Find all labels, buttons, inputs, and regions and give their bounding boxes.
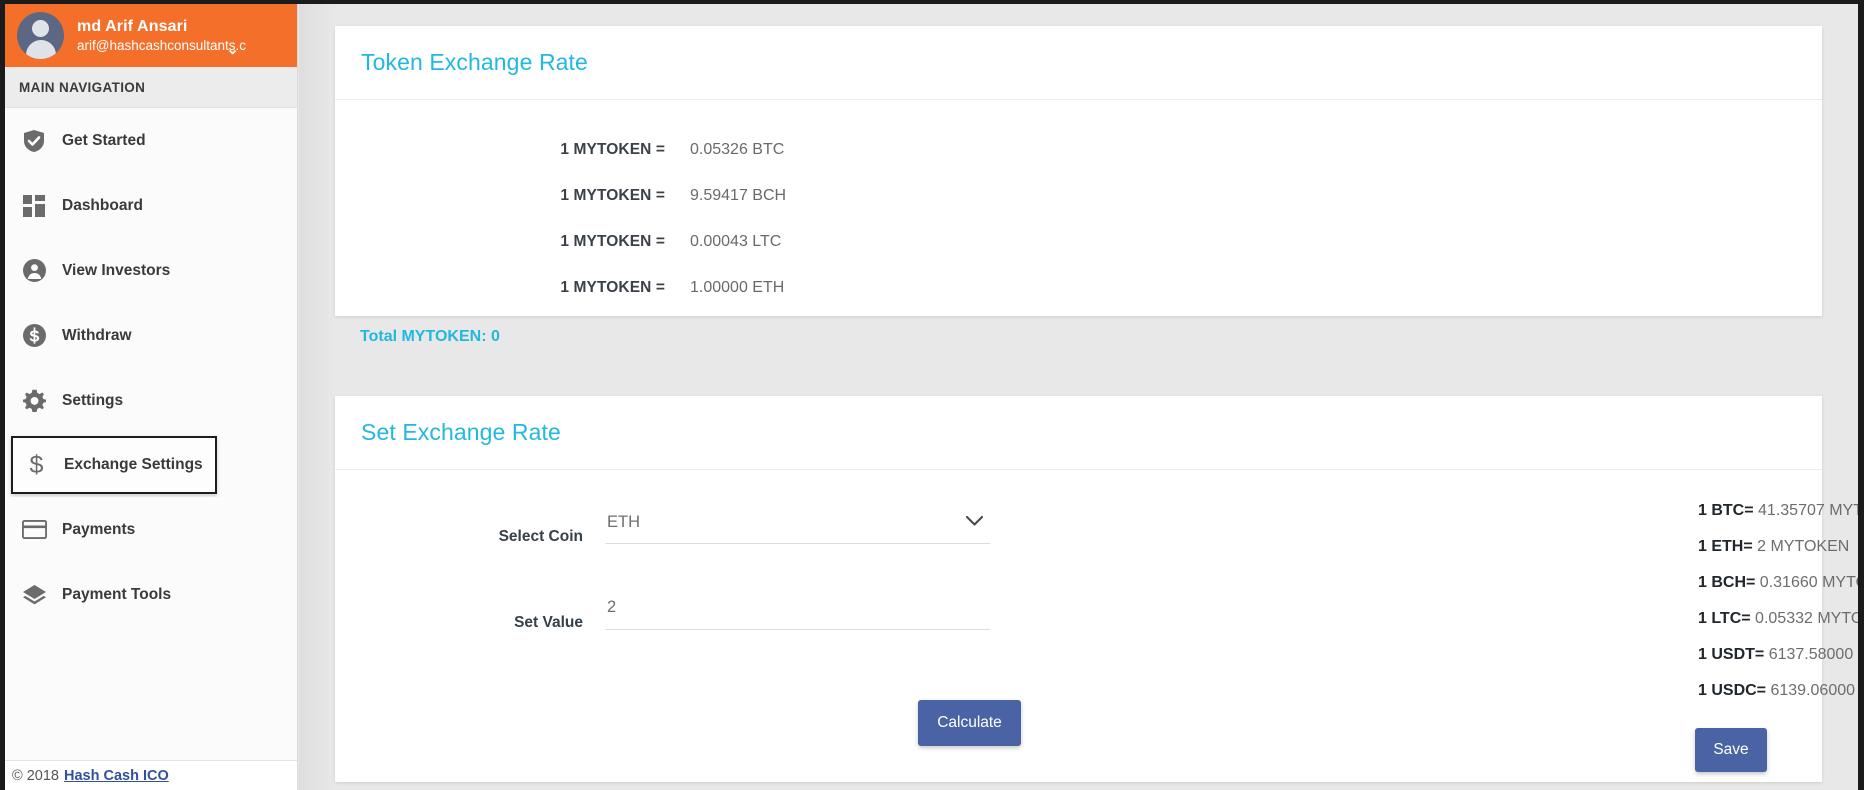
- sidebar-item-label: Payment Tools: [62, 585, 172, 603]
- list-item: 1 USDT= 6137.58000 MYTOKEN: [1698, 646, 1858, 682]
- conversion-value: 6137.58000 MYTOKEN: [1768, 646, 1858, 663]
- set-value-input[interactable]: [605, 592, 990, 630]
- sidebar-footer: © 2018 Hash Cash ICO: [5, 760, 297, 790]
- card-body: 1 MYTOKEN = 0.05326 BTC 1 MYTOKEN = 9.59…: [335, 100, 1822, 346]
- rate-key: 1 MYTOKEN =: [560, 233, 665, 250]
- select-coin-field: ETHBTCBCHLTCUSDTUSDC: [605, 506, 990, 544]
- gear-icon: [19, 389, 49, 412]
- set-exchange-rate-card: Set Exchange Rate Select Coin ETHBTCBCHL…: [335, 396, 1858, 782]
- user-email: arif@hashcashconsultants.c: [77, 38, 247, 53]
- credit-card-icon: [19, 520, 49, 539]
- sidebar-item-view-investors[interactable]: View Investors: [5, 238, 297, 303]
- list-item: 1 USDC= 6139.06000 MYTOKEN: [1698, 682, 1858, 718]
- rate-key: 1 MYTOKEN =: [560, 187, 665, 204]
- conversion-value: 0.31660 MYTOKEN: [1759, 574, 1858, 591]
- sidebar-item-settings[interactable]: Settings: [5, 368, 297, 433]
- user-meta: md Arif Ansari arif@hashcashconsultants.…: [77, 17, 246, 54]
- sidebar-item-dashboard[interactable]: Dashboard: [5, 173, 297, 238]
- rate-key: 1 MYTOKEN =: [560, 279, 665, 296]
- sidebar-item-label: Payments: [62, 520, 136, 538]
- main-content: Token Exchange Rate 1 MYTOKEN = 0.05326 …: [299, 4, 1858, 790]
- conversion-value: 41.35707 MYTOKEN: [1758, 502, 1863, 519]
- exchange-rate-form: Select Coin ETHBTCBCHLTCUSDTUSDC Set Val…: [335, 470, 1315, 678]
- rate-value: 9.59417 BCH: [690, 187, 787, 204]
- conversion-coin: 1 USDC=: [1698, 682, 1767, 699]
- rate-value: 0.00043 LTC: [690, 233, 782, 250]
- user-circle-icon: [19, 259, 49, 282]
- select-coin-row: Select Coin ETHBTCBCHLTCUSDTUSDC: [335, 506, 1315, 546]
- select-coin-label: Select Coin: [498, 528, 583, 545]
- table-row: 1 MYTOKEN = 0.05326 BTC: [335, 127, 1822, 173]
- sidebar-item-label: Get Started: [62, 131, 146, 149]
- user-name: md Arif Ansari: [77, 17, 188, 35]
- sidebar-item-label: Exchange Settings: [64, 456, 203, 473]
- conversion-list: 1 BTC= 41.35707 MYTOKEN 1 ETH= 2 MYTOKEN…: [1698, 502, 1864, 718]
- sidebar-item-label: Withdraw: [62, 326, 132, 344]
- set-value-field: [605, 592, 990, 630]
- dollar-sign-icon: $: [21, 452, 51, 478]
- token-exchange-rate-card: Token Exchange Rate 1 MYTOKEN = 0.05326 …: [335, 26, 1822, 345]
- dollar-circle-icon: S: [19, 324, 49, 347]
- chevron-down-icon[interactable]: ⌄: [226, 42, 239, 57]
- sidebar-item-label: View Investors: [62, 261, 171, 279]
- sidebar-user-panel[interactable]: md Arif Ansari arif@hashcashconsultants.…: [5, 4, 297, 67]
- conversion-value: 6139.06000 MYTOKEN: [1770, 682, 1858, 699]
- sidebar-item-withdraw[interactable]: S Withdraw: [5, 303, 297, 368]
- sidebar: md Arif Ansari arif@hashcashconsultants.…: [5, 4, 298, 790]
- dashboard-grid-icon: [19, 194, 49, 217]
- table-row: 1 MYTOKEN = 0.00043 LTC: [335, 219, 1822, 265]
- save-button[interactable]: Save: [1695, 728, 1767, 772]
- conversion-coin: 1 LTC=: [1698, 610, 1751, 627]
- total-mytoken-label: Total MYTOKEN: 0: [360, 328, 500, 345]
- set-value-row: Set Value: [335, 592, 1315, 632]
- sidebar-item-payments[interactable]: Payments: [5, 497, 297, 562]
- nav-section-header: MAIN NAVIGATION: [5, 67, 297, 108]
- card-header: Token Exchange Rate: [335, 26, 1822, 100]
- table-row: 1 MYTOKEN = 9.59417 BCH: [335, 173, 1822, 219]
- rate-key: 1 MYTOKEN =: [560, 141, 665, 158]
- app-window: md Arif Ansari arif@hashcashconsultants.…: [0, 0, 1864, 790]
- user-avatar-icon: [17, 12, 64, 59]
- card-header: Set Exchange Rate: [335, 396, 1822, 470]
- conversion-coin: 1 BCH=: [1698, 574, 1756, 591]
- set-value-label: Set Value: [514, 614, 583, 631]
- sidebar-item-payment-tools[interactable]: Payment Tools: [5, 562, 297, 627]
- conversion-value: 2 MYTOKEN: [1752, 538, 1850, 555]
- sidebar-item-exchange-settings[interactable]: $ Exchange Settings: [11, 436, 217, 494]
- calculate-button[interactable]: Calculate: [918, 700, 1021, 746]
- list-item: 1 BCH= 0.31660 MYTOKEN: [1698, 574, 1858, 610]
- layers-icon: [19, 584, 49, 606]
- table-row: 1 MYTOKEN = 1.00000 ETH: [335, 265, 1822, 311]
- sidebar-nav-list: Get Started Dashboard View Investors S W…: [5, 108, 297, 627]
- list-item: 1 ETH= 2 MYTOKEN: [1698, 538, 1858, 574]
- list-item: 1 LTC= 0.05332 MYTOKEN: [1698, 610, 1864, 646]
- conversion-value: 0.05332 MYTOKEN: [1755, 610, 1864, 627]
- sidebar-item-label: Settings: [62, 391, 124, 409]
- list-item: 1 BTC= 41.35707 MYTOKEN: [1698, 502, 1863, 538]
- select-coin-dropdown[interactable]: ETHBTCBCHLTCUSDTUSDC: [605, 506, 990, 544]
- token-rate-list: 1 MYTOKEN = 0.05326 BTC 1 MYTOKEN = 9.59…: [335, 100, 1822, 311]
- shield-check-icon: [19, 129, 49, 153]
- copyright-text: © 2018: [12, 767, 59, 784]
- rate-value: 1.00000 ETH: [690, 279, 785, 296]
- sidebar-item-get-started[interactable]: Get Started: [5, 108, 297, 173]
- sidebar-item-label: Dashboard: [62, 196, 143, 214]
- svg-text:$: $: [29, 452, 43, 478]
- conversion-coin: 1 BTC=: [1698, 502, 1754, 519]
- page-title: Token Exchange Rate: [361, 49, 588, 75]
- conversion-coin: 1 USDT=: [1698, 646, 1765, 663]
- rate-value: 0.05326 BTC: [690, 141, 785, 158]
- brand-link[interactable]: Hash Cash ICO: [64, 768, 169, 784]
- section-title: Set Exchange Rate: [361, 419, 561, 445]
- conversion-coin: 1 ETH=: [1698, 538, 1753, 555]
